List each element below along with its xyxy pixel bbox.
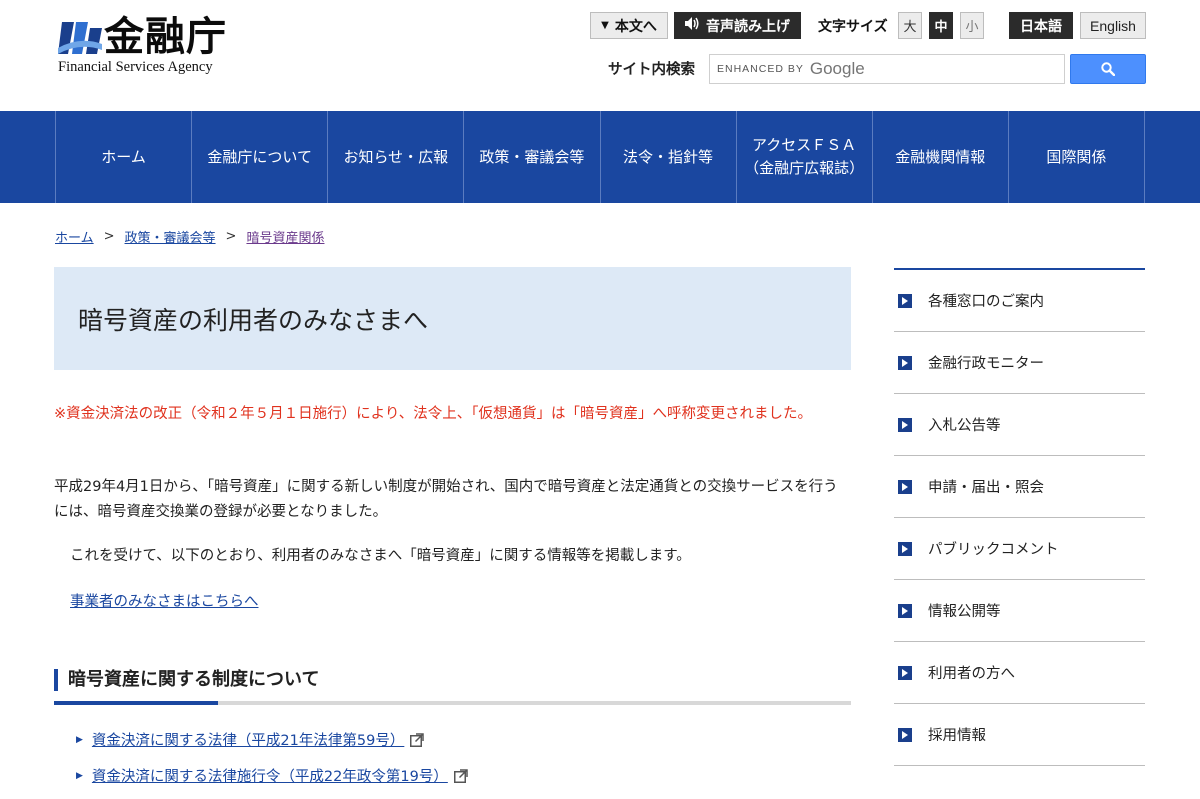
fsa-logo[interactable]: 金融庁 Financial Services Agency [58,14,238,78]
chevron-right-icon [898,355,912,370]
breadcrumb-home-link[interactable]: ホーム [55,227,94,246]
nav-financial-institutions[interactable]: 金融機関情報 [873,111,1009,203]
sidebar-item-public-comment[interactable]: パブリックコメント [894,518,1145,580]
nav-international[interactable]: 国際関係 [1009,111,1145,203]
sidebar-item-disclosure[interactable]: 情報公開等 [894,580,1145,642]
section-heading-bar [54,669,58,691]
search-button[interactable] [1070,54,1146,84]
breadcrumb-policy-link[interactable]: 政策・審議会等 [125,227,216,246]
business-operators-link[interactable]: 事業者のみなさまはこちらへ [70,590,259,615]
chevron-right-icon [898,727,912,742]
renaming-notice: ※資金決済法の改正（令和２年５月１日施行）により、法令上、「仮想通貨」は「暗号資… [54,406,813,422]
sidebar-item-label: 情報公開等 [928,604,1001,620]
section-heading: 暗号資産に関する制度について [54,666,851,705]
skip-to-content-label: 本文へ [614,18,657,35]
global-navigation: ホーム 金融庁について お知らせ・広報 政策・審議会等 法令・指針等 アクセスＦ… [0,111,1200,203]
sidebar-item-label: 採用情報 [928,728,986,744]
font-size-medium-button[interactable]: 中 [929,12,953,39]
nav-access-fsa-line2: （金融庁広報誌） [744,159,865,177]
chevron-right-icon [898,603,912,618]
chevron-right-icon [898,417,912,432]
nav-laws[interactable]: 法令・指針等 [601,111,737,203]
sidebar-item-label: 各種窓口のご案内 [928,294,1044,310]
triangle-down-icon: ▼ [601,20,609,31]
law-link-payment-services-act[interactable]: 資金決済に関する法律（平成21年法律第59号） [92,729,404,750]
list-item: ▶ 資金決済に関する法律（平成21年法律第59号） [76,727,468,752]
skip-to-content-button[interactable]: ▼ 本文へ [590,12,668,39]
logo-english-text: Financial Services Agency [58,59,213,75]
sidebar-item-label: 申請・届出・照会 [928,480,1044,496]
nav-access-fsa[interactable]: アクセスＦＳＡ （金融庁広報誌） [737,111,873,203]
sidebar-item-label: パブリックコメント [928,542,1059,558]
font-size-label: 文字サイズ [818,18,888,35]
breadcrumb-separator: > [225,229,237,244]
search-icon [1101,62,1115,76]
nav-home[interactable]: ホーム [56,111,193,203]
fsa-logo-mark-icon [58,22,102,54]
external-link-icon [410,732,425,747]
section-heading-text: 暗号資産に関する制度について [68,669,320,690]
read-aloud-button[interactable]: 音声読み上げ [674,12,801,39]
logo-japanese-text: 金融庁 [104,14,227,60]
section-underline-accent [54,701,218,705]
sidebar-item-label: 入札公告等 [928,418,1001,434]
nav-policy[interactable]: 政策・審議会等 [464,111,601,203]
site-header: 金融庁 Financial Services Agency ▼ 本文へ 音声読み… [0,0,1200,111]
sidebar-item-applications[interactable]: 申請・届出・照会 [894,456,1145,518]
nav-news[interactable]: お知らせ・広報 [328,111,465,203]
chevron-right-icon [898,479,912,494]
external-link-icon [453,768,468,783]
nav-access-fsa-line1: アクセスＦＳＡ [752,136,857,154]
sidebar-item-label: 利用者の方へ [928,666,1015,682]
law-link-payment-services-order[interactable]: 資金決済に関する法律施行令（平成22年政令第19号） [92,765,448,786]
intro-paragraph: 平成29年4月1日から、「暗号資産」に関する新しい制度が開始され、国内で暗号資産… [54,479,838,520]
sidebar-item-for-users[interactable]: 利用者の方へ [894,642,1145,704]
site-search-input[interactable]: ENHANCED BY Google [709,54,1065,84]
enhanced-by-text: ENHANCED BY [717,63,804,75]
page-title: 暗号資産の利用者のみなさまへ [78,305,429,335]
language-japanese-button[interactable]: 日本語 [1009,12,1073,39]
font-size-large-button[interactable]: 大 [898,12,922,39]
breadcrumb: ホーム > 政策・審議会等 > 暗号資産関係 [55,227,324,246]
language-english-button[interactable]: English [1080,12,1146,39]
triangle-right-icon: ▶ [76,770,83,781]
sidebar-item-bidding[interactable]: 入札公告等 [894,394,1145,456]
breadcrumb-current-link[interactable]: 暗号資産関係 [246,227,324,246]
chevron-right-icon [898,541,912,556]
info-paragraph: これを受けて、以下のとおり、利用者のみなさまへ「暗号資産」に関する情報等を掲載し… [70,548,691,564]
sidebar-item-contact-windows[interactable]: 各種窓口のご案内 [894,270,1145,332]
site-search-label: サイト内検索 [608,62,695,78]
law-link-list: ▶ 資金決済に関する法律（平成21年法律第59号） ▶ 資金決済に関する法律施行… [76,727,468,799]
sidebar-item-admin-monitor[interactable]: 金融行政モニター [894,332,1145,394]
triangle-right-icon: ▶ [76,734,83,745]
chevron-right-icon [898,293,912,308]
font-size-small-button[interactable]: 小 [960,12,984,39]
google-wordmark: Google [809,59,865,78]
list-item: ▶ 資金決済に関する法律施行令（平成22年政令第19号） [76,763,468,788]
speaker-icon [685,17,700,34]
breadcrumb-separator: > [103,229,115,244]
read-aloud-label: 音声読み上げ [706,18,790,35]
page-title-box: 暗号資産の利用者のみなさまへ [54,267,851,370]
sidebar-item-recruitment[interactable]: 採用情報 [894,704,1145,766]
chevron-right-icon [898,665,912,680]
sidebar-menu: 各種窓口のご案内 金融行政モニター 入札公告等 申請・届出・照会 パブリックコメ… [894,268,1145,766]
nav-about-fsa[interactable]: 金融庁について [192,111,329,203]
sidebar-item-label: 金融行政モニター [928,356,1044,372]
